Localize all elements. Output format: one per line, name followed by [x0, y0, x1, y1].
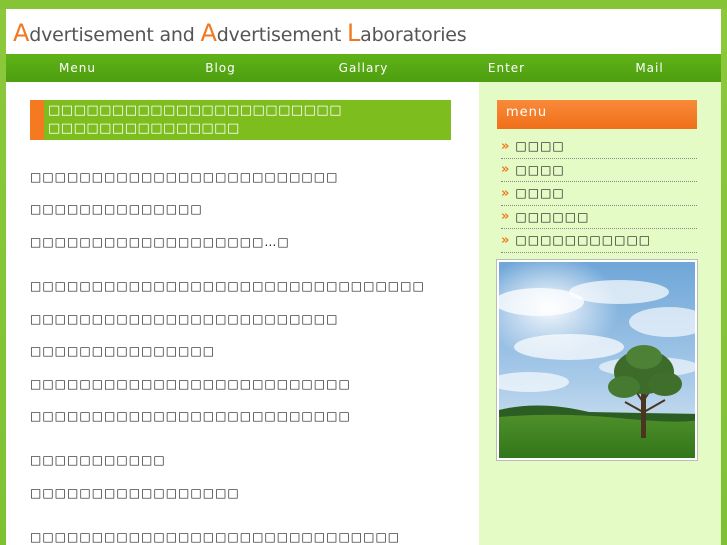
chevron-right-icon: » — [501, 138, 511, 154]
sidebar: menu » □□□□ » □□□□ » □□□□ » □□□□□□ » □□□… — [479, 82, 721, 545]
paragraph: □□□□□□□□□□□□□□□ — [30, 344, 216, 358]
site-logo[interactable]: Advertisement and Advertisement Laborato… — [13, 19, 721, 47]
paragraph: □□□□□□□□□□□ — [30, 453, 166, 467]
article-title: □□□□□□□□□□□□□□□□□□□□□□□ □□□□□□□□□□□□□□□ — [44, 100, 451, 138]
sidebar-menu-item[interactable]: » □□□□ — [501, 159, 697, 182]
paragraph: □□□□□□□□□□□□□□□□□□□…□ — [30, 235, 290, 249]
logo-initial: L — [346, 19, 361, 47]
logo-text: dvertisement — [216, 24, 347, 46]
nav-item-enter[interactable]: Enter — [435, 54, 578, 82]
nav-item-blog[interactable]: Blog — [149, 54, 292, 82]
paragraph: □□□□□□□□□□□□□□□□□□□□□□□□□□□□□□□□ — [30, 279, 425, 293]
landscape-photo — [497, 260, 697, 460]
logo-initial: A — [13, 19, 30, 47]
article-title-line-1: □□□□□□□□□□□□□□□□□□□□□□□ — [48, 103, 343, 118]
chevron-right-icon: » — [501, 185, 511, 201]
main-column: □□□□□□□□□□□□□□□□□□□□□□□ □□□□□□□□□□□□□□□ … — [6, 82, 479, 545]
logo-initial: A — [200, 19, 217, 47]
chevron-right-icon: » — [501, 162, 511, 178]
chevron-right-icon: » — [501, 209, 511, 225]
sidebar-menu-title: menu — [497, 100, 697, 129]
paragraph: □□□□□□□□□□□□□□□□□□□□□□□□□□ — [30, 377, 351, 391]
nav-item-gallary[interactable]: Gallary — [292, 54, 435, 82]
paragraph: □□□□□□□□□□□□□□□□□□□□□□□□□ — [30, 312, 339, 326]
sidebar-menu-item[interactable]: » □□□□□□□□□□□ — [501, 229, 697, 253]
logo-text: dvertisement and — [29, 24, 201, 46]
sidebar-menu-item-label: □□□□□□□□□□□ — [515, 233, 652, 248]
sidebar-menu-item-label: □□□□ — [515, 162, 565, 177]
top-strip — [0, 0, 727, 9]
sidebar-menu-item-label: □□□□ — [515, 139, 565, 154]
sidebar-menu-item[interactable]: » □□□□□□ — [501, 206, 697, 229]
sidebar-menu-item-label: □□□□ — [515, 186, 565, 201]
nav-item-mail[interactable]: Mail — [578, 54, 721, 82]
paragraph: □□□□□□□□□□□□□□ — [30, 202, 203, 216]
sidebar-menu-item-label: □□□□□□ — [515, 209, 590, 224]
sidebar-menu-item[interactable]: » □□□□ — [501, 182, 697, 206]
logo-text: aboratories — [360, 24, 467, 46]
nav-item-menu[interactable]: Menu — [6, 54, 149, 82]
content-area: □□□□□□□□□□□□□□□□□□□□□□□ □□□□□□□□□□□□□□□ … — [6, 82, 721, 545]
page: Advertisement and Advertisement Laborato… — [6, 9, 721, 545]
article-title-line-2: □□□□□□□□□□□□□□□ — [48, 121, 240, 136]
paragraph: □□□□□□□□□□□□□□□□□□□□□□□□□□ — [30, 409, 351, 423]
paragraph: □□□□□□□□□□□□□□□□□□□□□□□□□ — [30, 170, 339, 184]
paragraph: □□□□□□□□□□□□□□□□□□□□□□□□□□□□□□ — [30, 530, 401, 544]
paragraph: □□□□□□□□□□□□□□□□□ — [30, 486, 240, 500]
nav-bar: Menu Blog Gallary Enter Mail — [6, 54, 721, 82]
tree-landscape-image — [499, 262, 695, 458]
sidebar-menu-item[interactable]: » □□□□ — [501, 135, 697, 159]
sidebar-menu-list: » □□□□ » □□□□ » □□□□ » □□□□□□ » □□□□□□□□… — [501, 135, 697, 253]
header: Advertisement and Advertisement Laborato… — [6, 9, 721, 54]
chevron-right-icon: » — [501, 232, 511, 248]
article-title-box: □□□□□□□□□□□□□□□□□□□□□□□ □□□□□□□□□□□□□□□ — [30, 100, 451, 140]
